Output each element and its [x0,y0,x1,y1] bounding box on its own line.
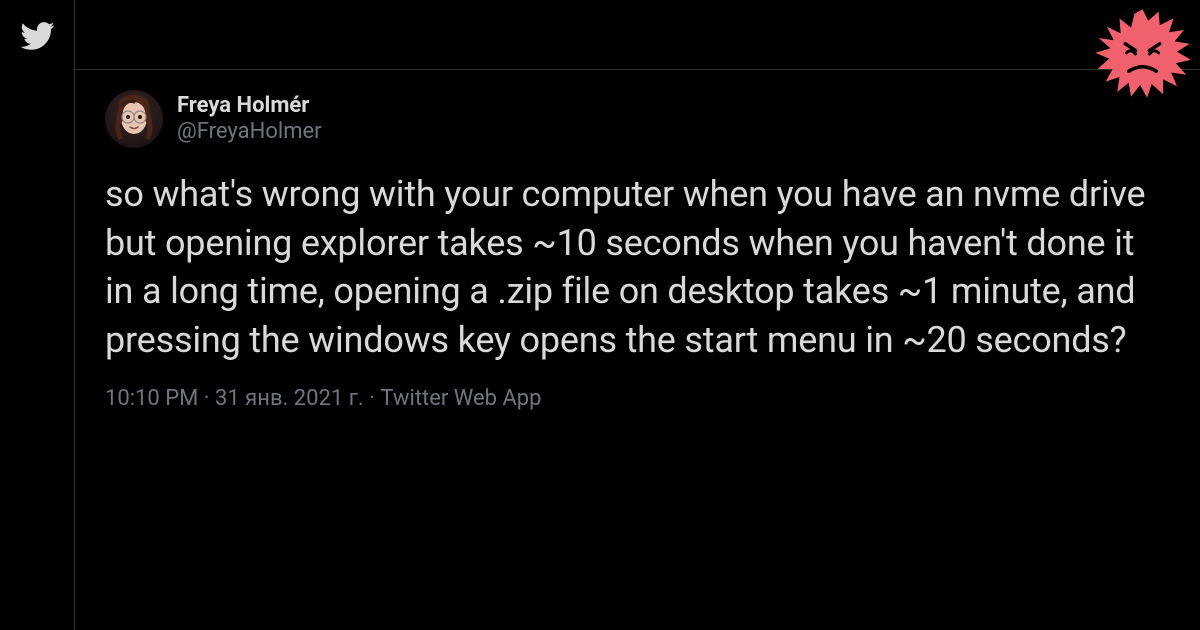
twitter-logo-icon[interactable] [19,18,55,54]
meta-separator: · [364,386,381,411]
tweet-source[interactable]: Twitter Web App [380,386,541,411]
topbar [75,0,1200,70]
tweet-date[interactable]: 31 янв. 2021 г. [215,386,364,411]
tweet-header: Freya Holmér @FreyaHolmer [105,90,1170,148]
sidebar [0,0,75,630]
avatar[interactable] [105,90,163,148]
display-name[interactable]: Freya Holmér [177,93,322,119]
tweet-meta: 10:10 PM · 31 янв. 2021 г. · Twitter Web… [105,386,1170,411]
meta-separator: · [198,386,215,411]
username[interactable]: @FreyaHolmer [177,119,322,145]
tweet-time[interactable]: 10:10 PM [105,386,198,411]
angry-face-sticker-icon [1085,0,1200,115]
tweet-text: so what's wrong with your computer when … [105,170,1170,364]
user-info: Freya Holmér @FreyaHolmer [177,93,322,146]
tweet-container: Freya Holmér @FreyaHolmer so what's wron… [75,70,1200,431]
